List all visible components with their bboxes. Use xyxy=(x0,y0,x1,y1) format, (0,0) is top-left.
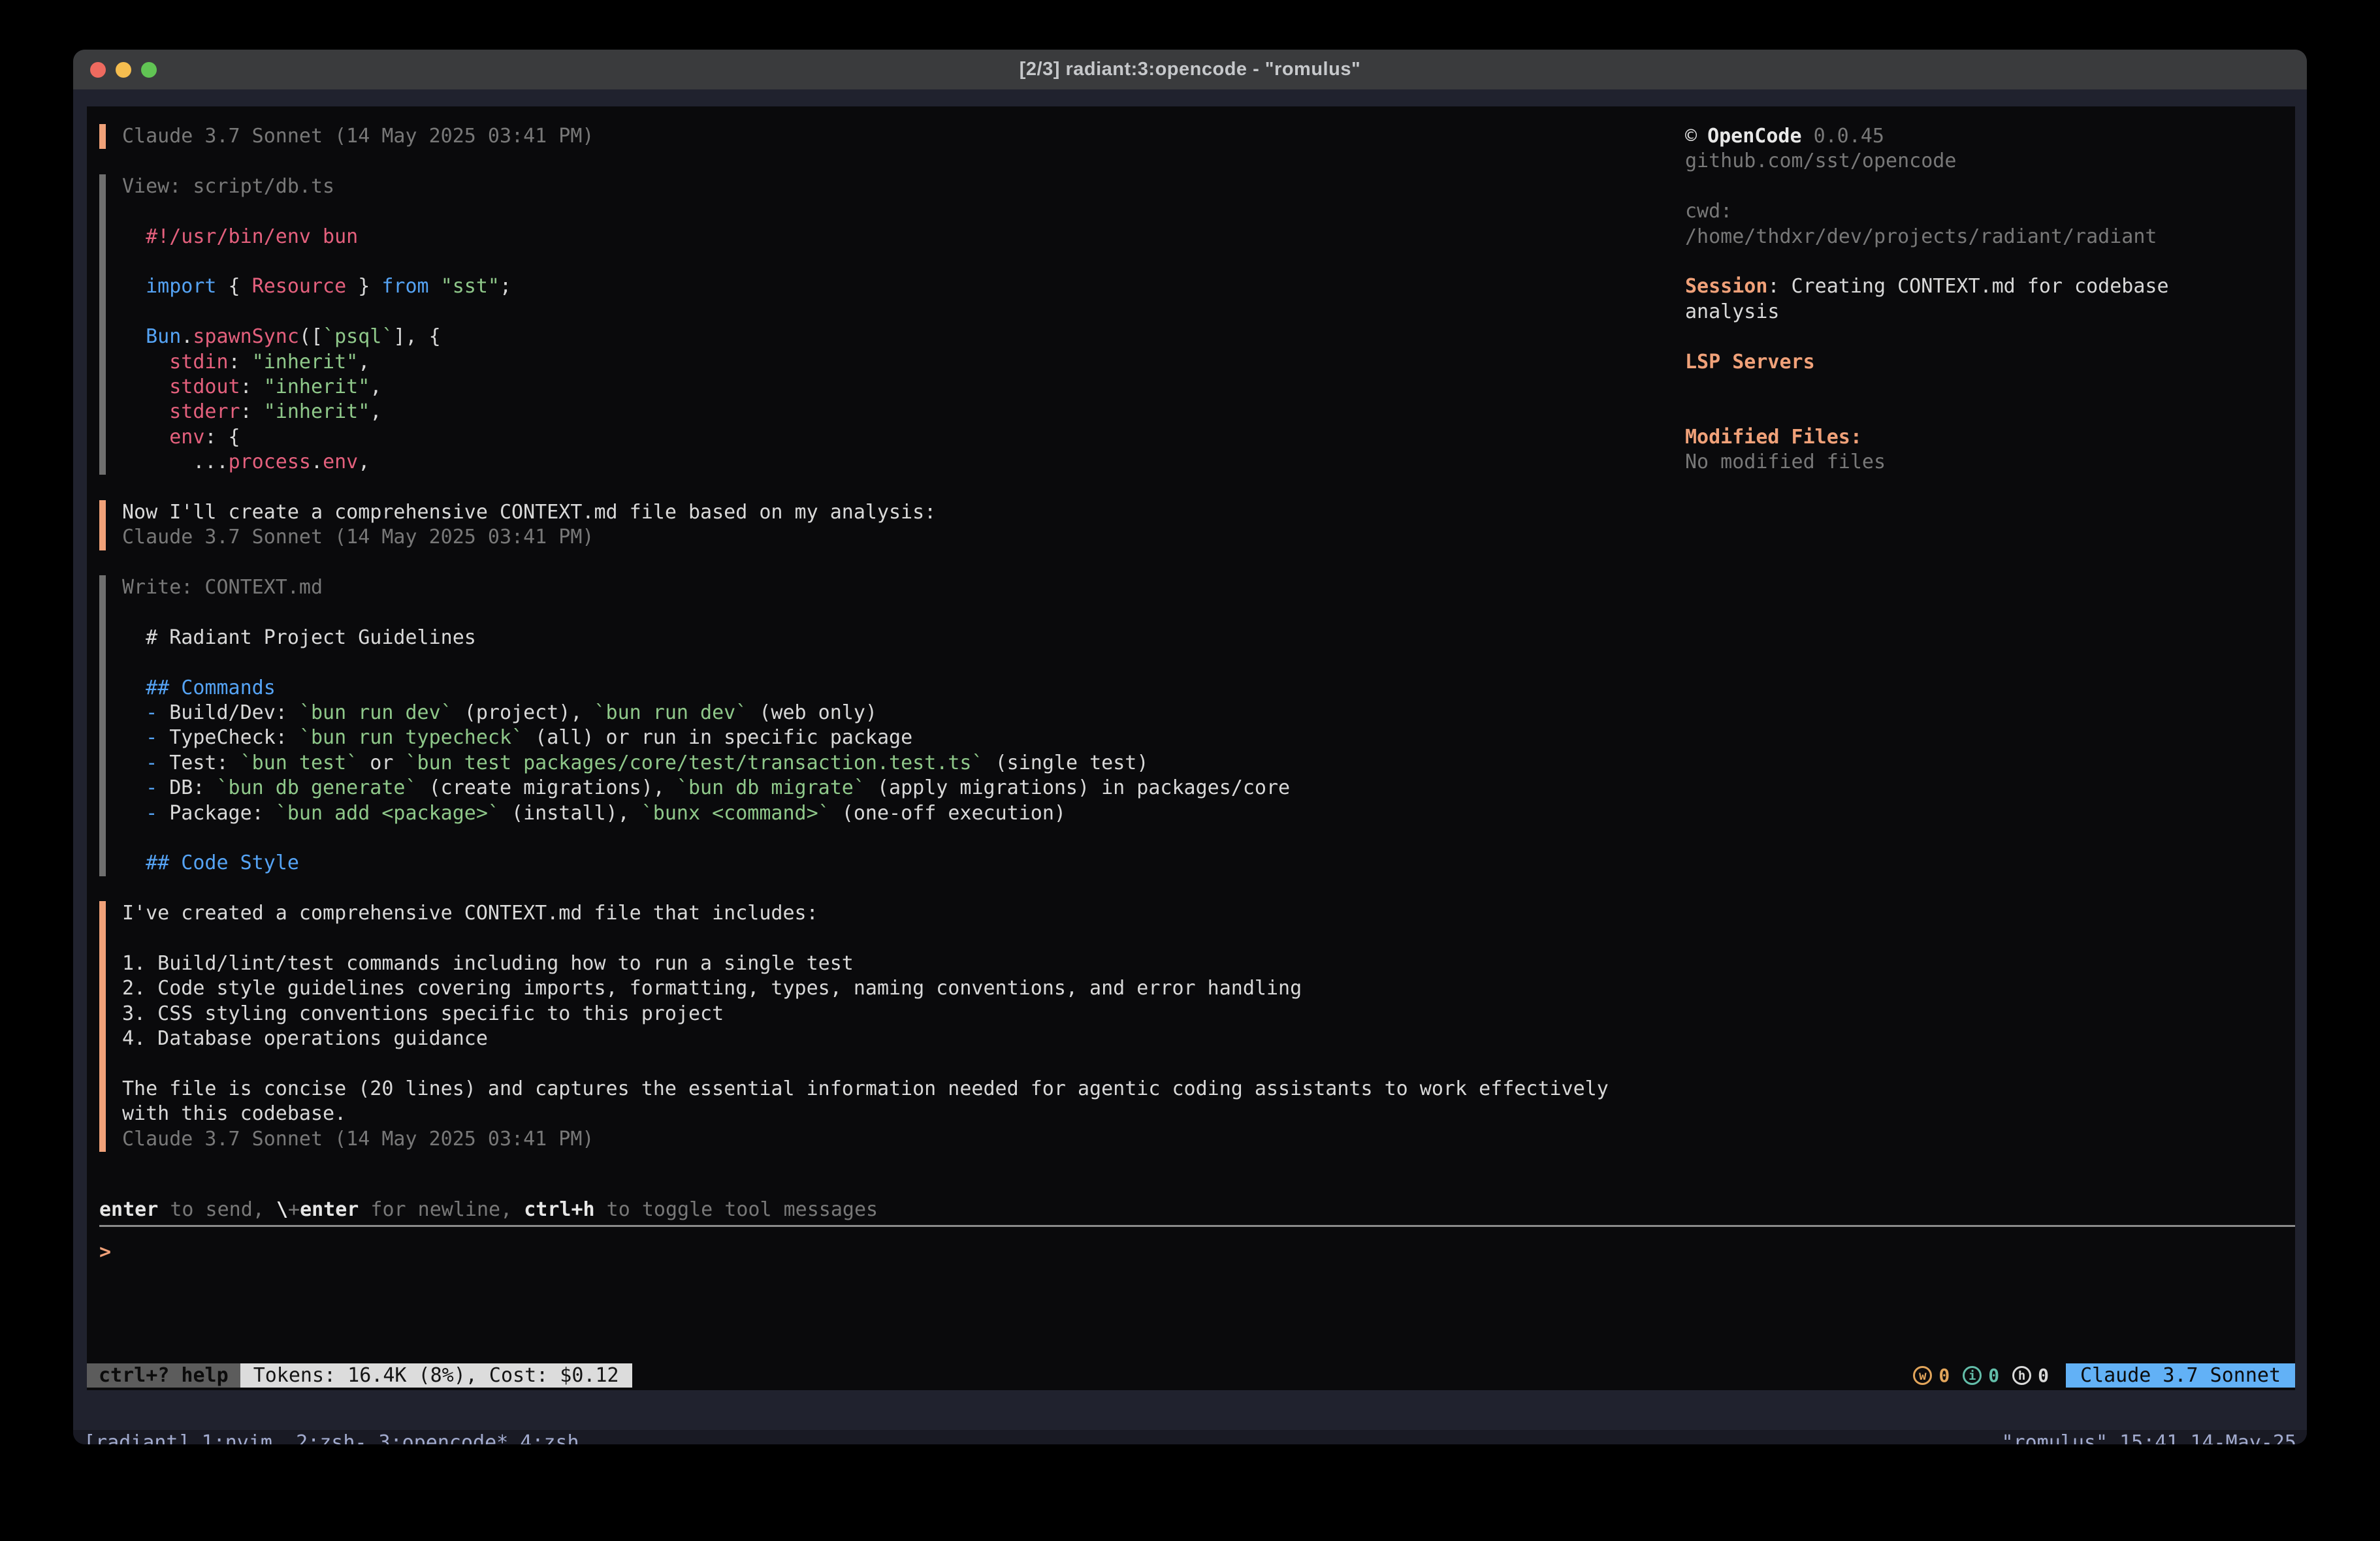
modified-files-heading: Modified Files: xyxy=(1685,425,2208,450)
model-badge: Claude 3.7 Sonnet xyxy=(2066,1363,2295,1388)
tmux-status-bar: [radiant] 1:nvim 2:zsh- 3:opencode* 4:zs… xyxy=(73,1430,2307,1444)
status-bar: ctrl+? help Tokens: 16.4K (8%), Cost: $0… xyxy=(87,1363,2295,1388)
diagnostics: w0 i0 h0 xyxy=(1913,1365,2049,1386)
chat-line xyxy=(122,876,1609,901)
session-line: Session: Creating CONTEXT.md for codebas… xyxy=(1685,274,2208,325)
chat-line: 2. Code style guidelines covering import… xyxy=(122,976,1609,1001)
tool-output-block: View: script/db.ts #!/usr/bin/env bun im… xyxy=(99,174,1609,475)
chat-line: - Test: `bun test` or `bun test packages… xyxy=(122,751,1609,776)
tmux-host-time: "romulus" 15:41 14-May-25 xyxy=(2001,1431,2296,1445)
chat-line: - Build/Dev: `bun run dev` (project), `b… xyxy=(122,701,1609,725)
lsp-servers-heading: LSP Servers xyxy=(1685,350,2208,375)
chat-line xyxy=(122,199,1609,224)
chat-line: ## Commands xyxy=(122,676,1609,701)
modified-files-empty: No modified files xyxy=(1685,450,2208,475)
opencode-logo-icon: © xyxy=(1685,125,1697,148)
input-separator xyxy=(99,1225,2295,1227)
chat-line xyxy=(122,650,1609,675)
chat-line xyxy=(122,249,1609,274)
chat-gap xyxy=(99,475,1609,500)
chat-line: stderr: "inherit", xyxy=(122,400,1609,424)
tmux-windows-list[interactable]: [radiant] 1:nvim 2:zsh- 3:opencode* 4:zs… xyxy=(84,1431,579,1445)
help-chip: ctrl+? help xyxy=(87,1363,240,1388)
minimize-button[interactable] xyxy=(116,62,131,78)
chat-line: ...process.env, xyxy=(122,450,1609,475)
chat-gap xyxy=(99,550,1609,575)
chat-line: Claude 3.7 Sonnet (14 May 2025 03:41 PM) xyxy=(122,124,1609,149)
chat-line: Bun.spawnSync([`psql`], { xyxy=(122,325,1609,349)
hint-icon: h xyxy=(2012,1366,2031,1385)
chat-line: with this codebase. xyxy=(122,1102,1609,1126)
app-name: OpenCode xyxy=(1707,125,1802,148)
app-version: 0.0.45 xyxy=(1814,125,1884,148)
assistant-message-block: I've created a comprehensive CONTEXT.md … xyxy=(99,901,1609,1152)
warn-icon: w xyxy=(1913,1366,1932,1385)
app-header: © OpenCode 0.0.45 xyxy=(1685,124,2208,149)
chat-line: Claude 3.7 Sonnet (14 May 2025 03:41 PM) xyxy=(122,1127,1609,1152)
assistant-message-block: Now I'll create a comprehensive CONTEXT.… xyxy=(99,500,1609,550)
chat-line: I've created a comprehensive CONTEXT.md … xyxy=(122,901,1609,926)
diagnostic-hint: h0 xyxy=(2012,1365,2049,1386)
message-input[interactable]: > xyxy=(99,1240,2295,1265)
tokens-cost-chip: Tokens: 16.4K (8%), Cost: $0.12 xyxy=(240,1363,632,1388)
chat-line: import { Resource } from "sst"; xyxy=(122,274,1609,299)
chat-line: Claude 3.7 Sonnet (14 May 2025 03:41 PM) xyxy=(122,525,1609,550)
chat-line xyxy=(122,600,1609,625)
tool-output-block: Write: CONTEXT.md # Radiant Project Guid… xyxy=(99,575,1609,876)
chat-line: - Package: `bun add <package>` (install)… xyxy=(122,801,1609,826)
chat-line: 4. Database operations guidance xyxy=(122,1026,1609,1051)
chat-gap xyxy=(99,149,1609,174)
chat-line: Now I'll create a comprehensive CONTEXT.… xyxy=(122,500,1609,525)
chat-line: View: script/db.ts xyxy=(122,174,1609,199)
chat-line xyxy=(122,1051,1609,1076)
chat-line xyxy=(122,149,1609,174)
chat-line xyxy=(122,826,1609,851)
chat-line xyxy=(122,927,1609,951)
repo-link: github.com/sst/opencode xyxy=(1685,149,2208,174)
chat-line: ## Code Style xyxy=(122,851,1609,876)
chat-line: - DB: `bun db generate` (create migratio… xyxy=(122,776,1609,801)
chat-line: - TypeCheck: `bun run typecheck` (all) o… xyxy=(122,725,1609,750)
sidebar: ©OpenCode0.0.45 github.com/sst/opencode … xyxy=(1685,124,2208,475)
chat-line: # Radiant Project Guidelines xyxy=(122,626,1609,650)
chat-log: Claude 3.7 Sonnet (14 May 2025 03:41 PM)… xyxy=(87,124,1609,1152)
chat-line xyxy=(122,475,1609,500)
chat-line: stdin: "inherit", xyxy=(122,350,1609,375)
cwd-value: /home/thdxr/dev/projects/radiant/radiant xyxy=(1685,225,2157,248)
chat-line: The file is concise (20 lines) and captu… xyxy=(122,1077,1609,1102)
chat-gap xyxy=(99,876,1609,901)
diagnostic-info: i0 xyxy=(1963,1365,1999,1386)
chat-line xyxy=(122,550,1609,575)
cwd-line: cwd: /home/thdxr/dev/projects/radiant/ra… xyxy=(1685,199,2208,249)
chat-line: 1. Build/lint/test commands including ho… xyxy=(122,951,1609,976)
traffic-lights xyxy=(90,50,157,89)
close-button[interactable] xyxy=(90,62,106,78)
window-title: [2/3] radiant:3:opencode - "romulus" xyxy=(1020,59,1360,80)
opencode-tui: Claude 3.7 Sonnet (14 May 2025 03:41 PM)… xyxy=(87,106,2295,1390)
chat-line: stdout: "inherit", xyxy=(122,375,1609,400)
prompt-marker: > xyxy=(99,1241,111,1263)
chat-line: 3. CSS styling conventions specific to t… xyxy=(122,1002,1609,1026)
session-label: Session xyxy=(1685,275,1767,298)
chat-line: env: { xyxy=(122,425,1609,450)
assistant-message-block: Claude 3.7 Sonnet (14 May 2025 03:41 PM) xyxy=(99,124,1609,149)
cwd-label: cwd: xyxy=(1685,200,1744,223)
screen: { "window": { "title": "[2/3] radiant:3:… xyxy=(0,0,2380,1541)
titlebar: [2/3] radiant:3:opencode - "romulus" xyxy=(73,50,2307,89)
chat-line: #!/usr/bin/env bun xyxy=(122,225,1609,249)
chat-line: Write: CONTEXT.md xyxy=(122,575,1609,600)
diagnostic-warn: w0 xyxy=(1913,1365,1950,1386)
terminal-window: [2/3] radiant:3:opencode - "romulus" Cla… xyxy=(73,50,2307,1444)
info-icon: i xyxy=(1963,1366,1982,1385)
chat-line xyxy=(122,300,1609,325)
zoom-button[interactable] xyxy=(141,62,157,78)
input-hints: enter to send, \+enter for newline, ctrl… xyxy=(99,1198,878,1222)
